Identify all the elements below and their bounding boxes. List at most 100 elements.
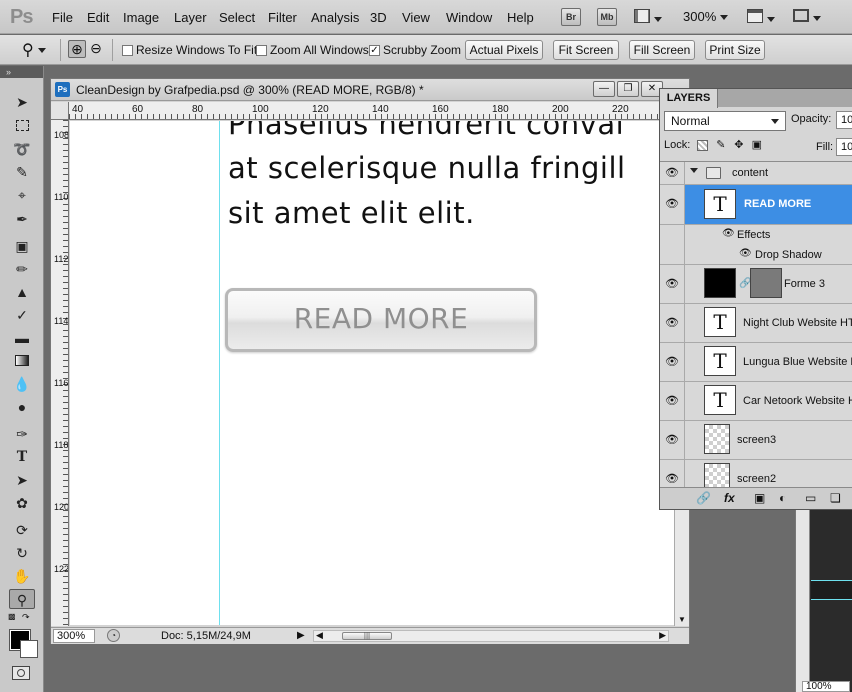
menu-view[interactable]: View	[402, 10, 430, 25]
minimize-icon[interactable]: —	[593, 81, 615, 97]
horizontal-ruler[interactable]: 40 60 80 100 120 140 160 180 200 220	[69, 102, 689, 120]
layer-row[interactable]: 👁 T Car Netoork Website H	[660, 382, 852, 421]
arrange-documents-dropdown[interactable]	[747, 9, 775, 26]
layer-mask-icon[interactable]: ▣	[754, 491, 765, 505]
blur-tool-icon[interactable]: 💧	[9, 374, 35, 394]
swap-colors-icon[interactable]: ↷	[22, 612, 30, 623]
print-size-button[interactable]: Print Size	[705, 40, 765, 60]
collapse-panel-icon[interactable]: »	[0, 66, 43, 78]
visibility-eye-icon[interactable]: 👁	[660, 421, 685, 459]
menu-3d[interactable]: 3D	[370, 10, 387, 25]
shape-tool-icon[interactable]: ✿	[9, 493, 35, 513]
lasso-tool-icon[interactable]: ➰	[9, 139, 35, 159]
ruler-origin[interactable]	[51, 102, 69, 120]
layer-row[interactable]: 👁 screen2	[660, 460, 852, 489]
second-document-window[interactable]: 100%	[795, 510, 852, 692]
menu-image[interactable]: Image	[123, 10, 159, 25]
eraser-tool-icon[interactable]: ▬	[9, 328, 35, 348]
gradient-tool-icon[interactable]	[9, 351, 35, 371]
zoom-tool-icon[interactable]: ⚲	[9, 589, 35, 609]
visibility-eye-icon[interactable]: 👁	[660, 382, 685, 420]
clone-stamp-tool-icon[interactable]: ▲	[9, 282, 35, 302]
lock-transparency-icon[interactable]	[697, 139, 709, 151]
menu-file[interactable]: File	[52, 10, 73, 25]
adjustment-layer-icon[interactable]: ◐	[779, 491, 786, 505]
layer-row[interactable]: 👁 T Lungua Blue Website H	[660, 343, 852, 382]
new-group-icon[interactable]: ▭	[805, 491, 816, 505]
status-menu-arrow-icon[interactable]: ▶	[297, 630, 305, 641]
vertical-ruler[interactable]	[796, 510, 810, 692]
document-canvas[interactable]: Phasellus hendrerit conval at scelerisqu…	[70, 121, 674, 625]
scroll-thumb[interactable]: |||	[342, 632, 392, 640]
drop-shadow-row[interactable]: 👁 Drop Shadow	[660, 245, 852, 265]
3d-rotate-tool-icon[interactable]: ⟳	[9, 520, 35, 540]
scrubby-zoom-checkbox[interactable]: ✓ Scrubby Zoom	[369, 43, 461, 57]
visibility-eye-icon[interactable]: 👁	[660, 185, 685, 224]
layer-row[interactable]: 👁 🔗 Forme 3	[660, 265, 852, 304]
bridge-button[interactable]: Br	[561, 8, 581, 26]
type-tool-icon[interactable]: T	[9, 447, 35, 467]
link-layers-icon[interactable]: 🔗	[696, 491, 711, 505]
visibility-eye-icon[interactable]: 👁	[660, 460, 685, 489]
default-colors-icon[interactable]: ▩	[8, 612, 16, 621]
guide-line[interactable]	[219, 121, 220, 625]
lock-position-icon[interactable]: ✥	[733, 139, 744, 151]
pen-tool-icon[interactable]: ✑	[9, 424, 35, 444]
zoom-in-icon[interactable]: ⊕	[68, 40, 86, 58]
layer-style-icon[interactable]: fx	[724, 491, 735, 505]
restore-icon[interactable]: ❐	[617, 81, 639, 97]
document-title-bar[interactable]: Ps CleanDesign by Grafpedia.psd @ 300% (…	[51, 79, 689, 101]
move-tool-icon[interactable]: ➤	[9, 92, 35, 112]
zoom-field[interactable]: 100%	[802, 681, 850, 692]
new-layer-icon[interactable]: ❏	[830, 491, 841, 505]
quick-mask-icon[interactable]	[12, 666, 30, 680]
dodge-tool-icon[interactable]: ●	[9, 397, 35, 417]
scroll-right-icon[interactable]: ▶	[659, 630, 666, 641]
mini-bridge-button[interactable]: Mb	[597, 8, 617, 26]
menu-analysis[interactable]: Analysis	[311, 10, 359, 25]
scroll-left-icon[interactable]: ◀	[316, 630, 323, 641]
opacity-field[interactable]: 10	[836, 111, 852, 129]
visibility-eye-icon[interactable]: 👁	[660, 162, 685, 184]
zoom-out-icon[interactable]: ⊖	[87, 40, 105, 58]
layer-list[interactable]: 👁 content 👁 T READ MORE 👁 Effects 👁 Drop…	[660, 161, 852, 489]
menu-filter[interactable]: Filter	[268, 10, 297, 25]
visibility-eye-icon[interactable]: 👁	[722, 228, 735, 239]
marquee-tool-icon[interactable]	[9, 116, 35, 136]
visibility-eye-icon[interactable]: 👁	[660, 343, 685, 381]
menu-help[interactable]: Help	[507, 10, 534, 25]
menu-edit[interactable]: Edit	[87, 10, 109, 25]
layer-row[interactable]: 👁 screen3	[660, 421, 852, 460]
menu-window[interactable]: Window	[446, 10, 492, 25]
visibility-eye-icon[interactable]: 👁	[739, 248, 752, 259]
status-info-icon[interactable]: ◔	[107, 629, 120, 642]
background-color-swatch[interactable]	[20, 640, 38, 658]
crop-tool-icon[interactable]: ⌖	[9, 185, 35, 205]
blend-mode-dropdown[interactable]: Normal	[664, 111, 786, 131]
brush-tool-icon[interactable]: ✏	[9, 259, 35, 279]
lock-all-icon[interactable]: ▣	[751, 139, 762, 151]
horizontal-scrollbar[interactable]: ◀ ||| ▶	[313, 630, 669, 642]
expand-group-icon[interactable]	[690, 168, 698, 173]
layer-row-selected[interactable]: 👁 T READ MORE	[660, 185, 852, 225]
screen-mode-dropdown[interactable]	[793, 9, 821, 25]
fill-field[interactable]: 10	[836, 138, 852, 156]
resize-windows-checkbox[interactable]: Resize Windows To Fit	[122, 43, 257, 57]
hand-tool-icon[interactable]: ✋	[9, 566, 35, 586]
scroll-down-icon[interactable]: ▼	[678, 615, 686, 624]
menu-select[interactable]: Select	[219, 10, 255, 25]
vertical-ruler[interactable]: 1080 1100 1120 1140 1160 1180 1200 1220	[51, 120, 69, 626]
eyedropper-tool-icon[interactable]: ✒	[9, 209, 35, 229]
fill-screen-button[interactable]: Fill Screen	[629, 40, 695, 60]
layer-row[interactable]: 👁 T Night Club Website HT	[660, 304, 852, 343]
read-more-button-artwork[interactable]: READ MORE	[225, 288, 537, 352]
quick-select-tool-icon[interactable]: ✎	[9, 162, 35, 182]
visibility-eye-icon[interactable]: 👁	[660, 304, 685, 342]
zoom-level-dropdown[interactable]: 300%	[683, 9, 728, 24]
fit-screen-button[interactable]: Fit Screen	[553, 40, 619, 60]
history-brush-tool-icon[interactable]: ✓	[9, 305, 35, 325]
view-extras-dropdown[interactable]	[634, 9, 662, 26]
layers-tab[interactable]: LAYERS	[660, 89, 718, 108]
zoom-tool-preset-picker[interactable]: ⚲	[22, 40, 47, 60]
3d-orbit-tool-icon[interactable]: ↻	[9, 543, 35, 563]
